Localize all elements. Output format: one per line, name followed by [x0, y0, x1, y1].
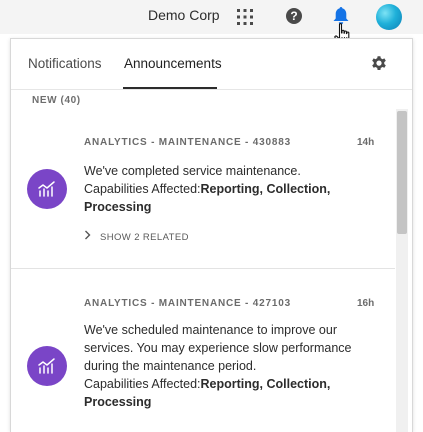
- top-bar: Demo Corp ?: [0, 0, 423, 34]
- svg-text:?: ?: [290, 9, 297, 23]
- section-label-new: NEW (40): [32, 95, 81, 106]
- announcement-time: 14h: [357, 137, 375, 148]
- announcement-card[interactable]: ANALYTICS - MAINTENANCE - 427103 16h We'…: [11, 282, 395, 432]
- announcement-card[interactable]: ANALYTICS - MAINTENANCE - 430883 14h We'…: [11, 111, 395, 269]
- capabilities-line: Capabilities Affected:Reporting, Collect…: [84, 375, 374, 411]
- analytics-product-icon: [27, 346, 67, 386]
- announcement-title: ANALYTICS - MAINTENANCE - 427103: [84, 298, 291, 309]
- help-icon[interactable]: ?: [285, 7, 303, 25]
- announcement-time: 16h: [357, 298, 375, 309]
- announcement-title: ANALYTICS - MAINTENANCE - 430883: [84, 137, 291, 148]
- avatar[interactable]: [376, 4, 402, 30]
- capabilities-line: Capabilities Affected:Reporting, Collect…: [84, 180, 374, 216]
- org-switcher[interactable]: Demo Corp: [148, 7, 220, 23]
- show-related-button[interactable]: SHOW 2 RELATED: [84, 230, 189, 243]
- tab-notifications[interactable]: Notifications: [28, 56, 102, 71]
- active-tab-indicator: [123, 87, 217, 89]
- apps-grid-icon[interactable]: [236, 8, 254, 26]
- tab-announcements[interactable]: Announcements: [124, 56, 222, 71]
- gear-icon[interactable]: [370, 54, 388, 72]
- capabilities-label: Capabilities Affected:: [84, 182, 201, 196]
- announcement-message: We've scheduled maintenance to improve o…: [84, 323, 352, 373]
- capabilities-label: Capabilities Affected:: [84, 377, 201, 391]
- notifications-panel: Notifications Announcements NEW (40) ANA…: [10, 38, 413, 432]
- chevron-right-icon: [84, 230, 94, 243]
- announcement-message: We've completed service maintenance.: [84, 164, 301, 178]
- announcement-body: We've completed service maintenance. Cap…: [84, 162, 374, 216]
- panel-tabs: Notifications Announcements: [11, 39, 412, 90]
- announcement-body: We've scheduled maintenance to improve o…: [84, 321, 374, 411]
- analytics-product-icon: [27, 169, 67, 209]
- scrollbar-thumb[interactable]: [397, 111, 407, 234]
- show-related-label: SHOW 2 RELATED: [100, 232, 189, 243]
